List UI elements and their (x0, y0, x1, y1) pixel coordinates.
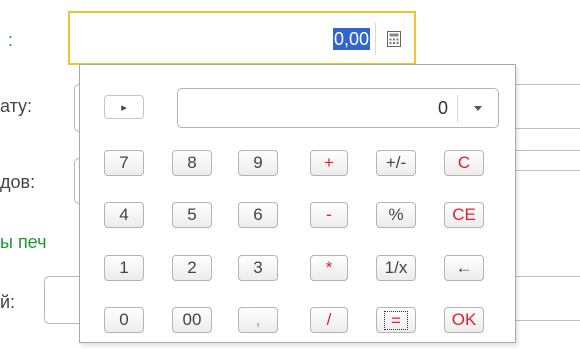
backspace-button[interactable]: ← (444, 255, 484, 281)
clear-entry-button[interactable]: CE (444, 202, 484, 228)
memory-button[interactable]: ▸ (104, 95, 144, 119)
digit-0-button[interactable]: 0 (104, 307, 144, 333)
reciprocal-button[interactable]: 1/x (376, 255, 416, 281)
docs-field-label: дов: (0, 172, 36, 192)
last-field-label: й: (0, 292, 16, 312)
minus-button[interactable]: - (310, 202, 348, 228)
amount-value-selected: 0,00 (332, 28, 370, 50)
plus-button[interactable]: + (310, 150, 348, 176)
page: : ату: дов: ы печ й: 0,00 ▸ 0 7 8 9 + +/… (0, 0, 580, 349)
digit-9-button[interactable]: 9 (238, 150, 278, 176)
field-colon: : (8, 30, 14, 50)
digit-5-button[interactable]: 5 (172, 202, 212, 228)
multiply-button[interactable]: * (310, 255, 348, 281)
calculator-icon[interactable] (382, 26, 406, 52)
print-forms-link[interactable]: ы печ (0, 232, 46, 253)
digit-1-button[interactable]: 1 (104, 255, 144, 281)
digit-7-button[interactable]: 7 (104, 150, 144, 176)
digit-4-button[interactable]: 4 (104, 202, 144, 228)
equals-label: = (384, 310, 408, 330)
percent-button[interactable]: % (376, 202, 416, 228)
calculator-body: ▸ 0 7 8 9 + +/- C 4 5 6 - % CE 1 2 3 * 1… (86, 71, 509, 336)
input-divider (375, 23, 376, 55)
digit-3-button[interactable]: 3 (238, 255, 278, 281)
amount-input[interactable]: 0,00 (68, 11, 416, 65)
clear-button[interactable]: C (444, 150, 484, 176)
double-zero-button[interactable]: 00 (172, 307, 212, 333)
sign-toggle-button[interactable]: +/- (376, 150, 416, 176)
digit-8-button[interactable]: 8 (172, 150, 212, 176)
date-field-label: ату: (0, 96, 33, 116)
comma-button[interactable]: , (238, 307, 278, 333)
display-value: 0 (437, 98, 448, 118)
divide-button[interactable]: / (310, 307, 348, 333)
display-divider (457, 95, 458, 122)
equals-button[interactable]: = (376, 307, 416, 333)
triangle-down-icon[interactable] (468, 102, 488, 116)
digit-6-button[interactable]: 6 (238, 202, 278, 228)
calculator-popup: ▸ 0 7 8 9 + +/- C 4 5 6 - % CE 1 2 3 * 1… (79, 64, 516, 343)
calculator-display[interactable]: 0 (177, 88, 499, 128)
ok-button[interactable]: OK (444, 307, 484, 333)
digit-2-button[interactable]: 2 (172, 255, 212, 281)
